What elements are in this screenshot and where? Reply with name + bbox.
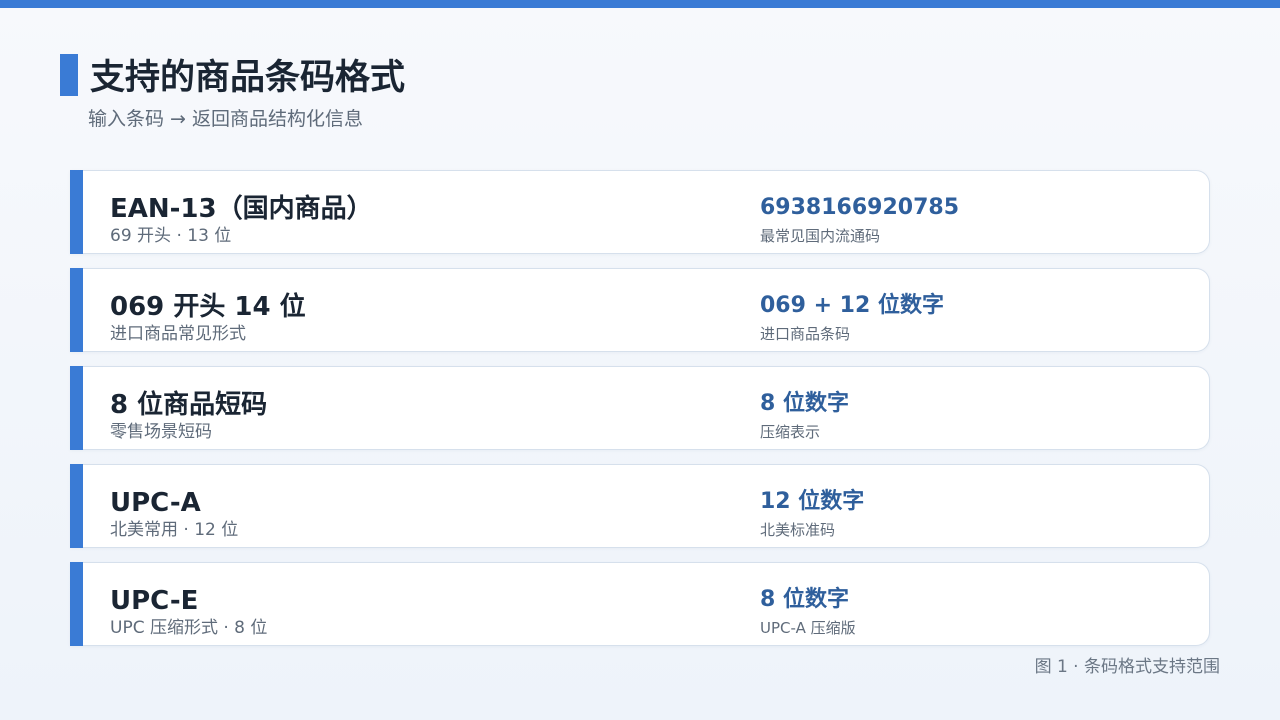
figure-caption: 图 1 · 条码格式支持范围 (1034, 657, 1220, 677)
format-name: EAN-13（国内商品） (110, 194, 373, 224)
format-description: 北美常用 · 12 位 (110, 520, 239, 540)
card-accent-bar (70, 562, 83, 646)
format-card-upc-e: UPC-E UPC 压缩形式 · 8 位 8 位数字 UPC-A 压缩版 (70, 562, 1210, 646)
format-description: UPC 压缩形式 · 8 位 (110, 618, 268, 638)
format-name: UPC-A (110, 488, 201, 518)
format-note: UPC-A 压缩版 (760, 619, 856, 637)
format-example-value: 8 位数字 (760, 587, 849, 612)
page-title: 支持的商品条码格式 (90, 58, 406, 98)
format-example-value: 069 + 12 位数字 (760, 293, 944, 318)
card-accent-bar (70, 170, 83, 254)
top-accent-bar (0, 0, 1280, 8)
format-note: 进口商品条码 (760, 325, 851, 343)
format-name: 069 开头 14 位 (110, 292, 306, 322)
format-card-upc-a: UPC-A 北美常用 · 12 位 12 位数字 北美标准码 (70, 464, 1210, 548)
format-description: 进口商品常见形式 (110, 324, 246, 344)
format-example-value: 12 位数字 (760, 489, 865, 514)
card-accent-bar (70, 366, 83, 450)
format-name: 8 位商品短码 (110, 390, 268, 420)
page-subtitle: 输入条码 → 返回商品结构化信息 (88, 108, 363, 130)
card-accent-bar (70, 464, 83, 548)
format-note: 压缩表示 (760, 423, 821, 441)
format-example-value: 8 位数字 (760, 391, 849, 416)
format-note: 北美标准码 (760, 521, 836, 539)
card-accent-bar (70, 268, 83, 352)
format-card-069-14: 069 开头 14 位 进口商品常见形式 069 + 12 位数字 进口商品条码 (70, 268, 1210, 352)
format-card-8-short: 8 位商品短码 零售场景短码 8 位数字 压缩表示 (70, 366, 1210, 450)
title-accent-mark (60, 54, 78, 96)
format-description: 零售场景短码 (110, 422, 212, 442)
format-description: 69 开头 · 13 位 (110, 226, 232, 246)
format-card-ean13: EAN-13（国内商品） 69 开头 · 13 位 6938166920785 … (70, 170, 1210, 254)
format-example-value: 6938166920785 (760, 195, 959, 220)
format-note: 最常见国内流通码 (760, 227, 881, 245)
format-name: UPC-E (110, 586, 199, 616)
